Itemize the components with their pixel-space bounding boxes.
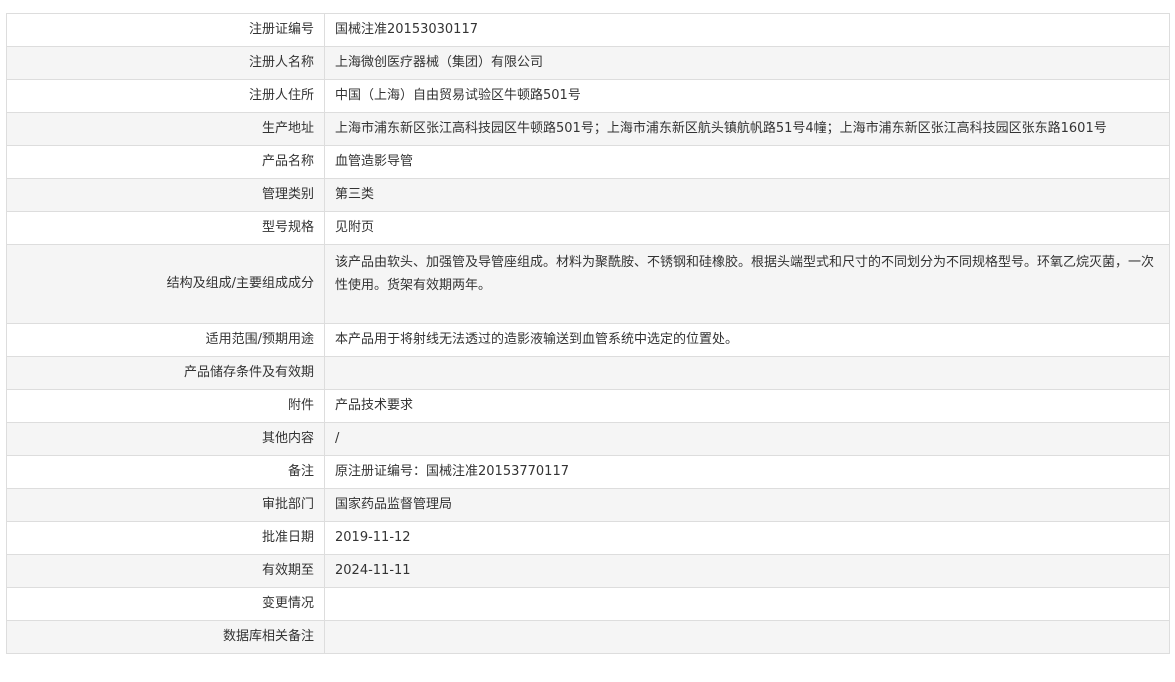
- row-label: 适用范围/预期用途: [6, 323, 325, 357]
- table-row-approval-department: 审批部门 国家药品监督管理局: [6, 488, 1170, 522]
- row-value: [324, 587, 1170, 621]
- table-row-production-address: 生产地址 上海市浦东新区张江高科技园区牛顿路501号；上海市浦东新区航头镇航帆路…: [6, 112, 1170, 146]
- row-value: 原注册证编号：国械注准20153770117: [324, 455, 1170, 489]
- row-label: 附件: [6, 389, 325, 423]
- table-row-valid-until: 有效期至 2024-11-11: [6, 554, 1170, 588]
- table-row-database-notes: 数据库相关备注: [6, 620, 1170, 654]
- row-value: [324, 620, 1170, 654]
- table-row-registrant-address: 注册人住所 中国（上海）自由贸易试验区牛顿路501号: [6, 79, 1170, 113]
- row-label: 生产地址: [6, 112, 325, 146]
- row-value: 中国（上海）自由贸易试验区牛顿路501号: [324, 79, 1170, 113]
- row-label: 有效期至: [6, 554, 325, 588]
- table-row-model-spec: 型号规格 见附页: [6, 211, 1170, 245]
- table-row-other-content: 其他内容 /: [6, 422, 1170, 456]
- table-row-remarks: 备注 原注册证编号：国械注准20153770117: [6, 455, 1170, 489]
- row-value: 产品技术要求: [324, 389, 1170, 423]
- row-value: 该产品由软头、加强管及导管座组成。材料为聚酰胺、不锈钢和硅橡胶。根据头端型式和尺…: [324, 244, 1170, 324]
- registration-info-table-wrap: 注册证编号 国械注准20153030117 注册人名称 上海微创医疗器械（集团）…: [6, 13, 1170, 654]
- row-label: 备注: [6, 455, 325, 489]
- table-row-management-category: 管理类别 第三类: [6, 178, 1170, 212]
- row-value: 2019-11-12: [324, 521, 1170, 555]
- row-label: 注册证编号: [6, 13, 325, 47]
- table-row-registrant-name: 注册人名称 上海微创医疗器械（集团）有限公司: [6, 46, 1170, 80]
- row-label: 型号规格: [6, 211, 325, 245]
- row-label: 变更情况: [6, 587, 325, 621]
- row-label: 审批部门: [6, 488, 325, 522]
- table-row-registration-number: 注册证编号 国械注准20153030117: [6, 13, 1170, 47]
- row-value: 2024-11-11: [324, 554, 1170, 588]
- row-label: 产品名称: [6, 145, 325, 179]
- row-value: 本产品用于将射线无法透过的造影液输送到血管系统中选定的位置处。: [324, 323, 1170, 357]
- row-value: 国械注准20153030117: [324, 13, 1170, 47]
- row-label: 数据库相关备注: [6, 620, 325, 654]
- row-label: 批准日期: [6, 521, 325, 555]
- row-label: 产品储存条件及有效期: [6, 356, 325, 390]
- row-label: 注册人住所: [6, 79, 325, 113]
- table-row-intended-use: 适用范围/预期用途 本产品用于将射线无法透过的造影液输送到血管系统中选定的位置处…: [6, 323, 1170, 357]
- row-value: [324, 356, 1170, 390]
- table-row-attachment: 附件 产品技术要求: [6, 389, 1170, 423]
- row-label: 其他内容: [6, 422, 325, 456]
- table-row-change-status: 变更情况: [6, 587, 1170, 621]
- row-value: /: [324, 422, 1170, 456]
- table-row-storage-conditions: 产品储存条件及有效期: [6, 356, 1170, 390]
- row-value: 见附页: [324, 211, 1170, 245]
- row-value: 上海微创医疗器械（集团）有限公司: [324, 46, 1170, 80]
- table-row-structure-composition: 结构及组成/主要组成成分 该产品由软头、加强管及导管座组成。材料为聚酰胺、不锈钢…: [6, 244, 1170, 324]
- table-row-approval-date: 批准日期 2019-11-12: [6, 521, 1170, 555]
- row-label: 结构及组成/主要组成成分: [6, 244, 325, 324]
- row-value: 第三类: [324, 178, 1170, 212]
- row-value: 国家药品监督管理局: [324, 488, 1170, 522]
- row-label: 注册人名称: [6, 46, 325, 80]
- registration-info-table: 注册证编号 国械注准20153030117 注册人名称 上海微创医疗器械（集团）…: [6, 13, 1170, 654]
- table-row-product-name: 产品名称 血管造影导管: [6, 145, 1170, 179]
- row-label: 管理类别: [6, 178, 325, 212]
- row-value: 上海市浦东新区张江高科技园区牛顿路501号；上海市浦东新区航头镇航帆路51号4幢…: [324, 112, 1170, 146]
- row-value: 血管造影导管: [324, 145, 1170, 179]
